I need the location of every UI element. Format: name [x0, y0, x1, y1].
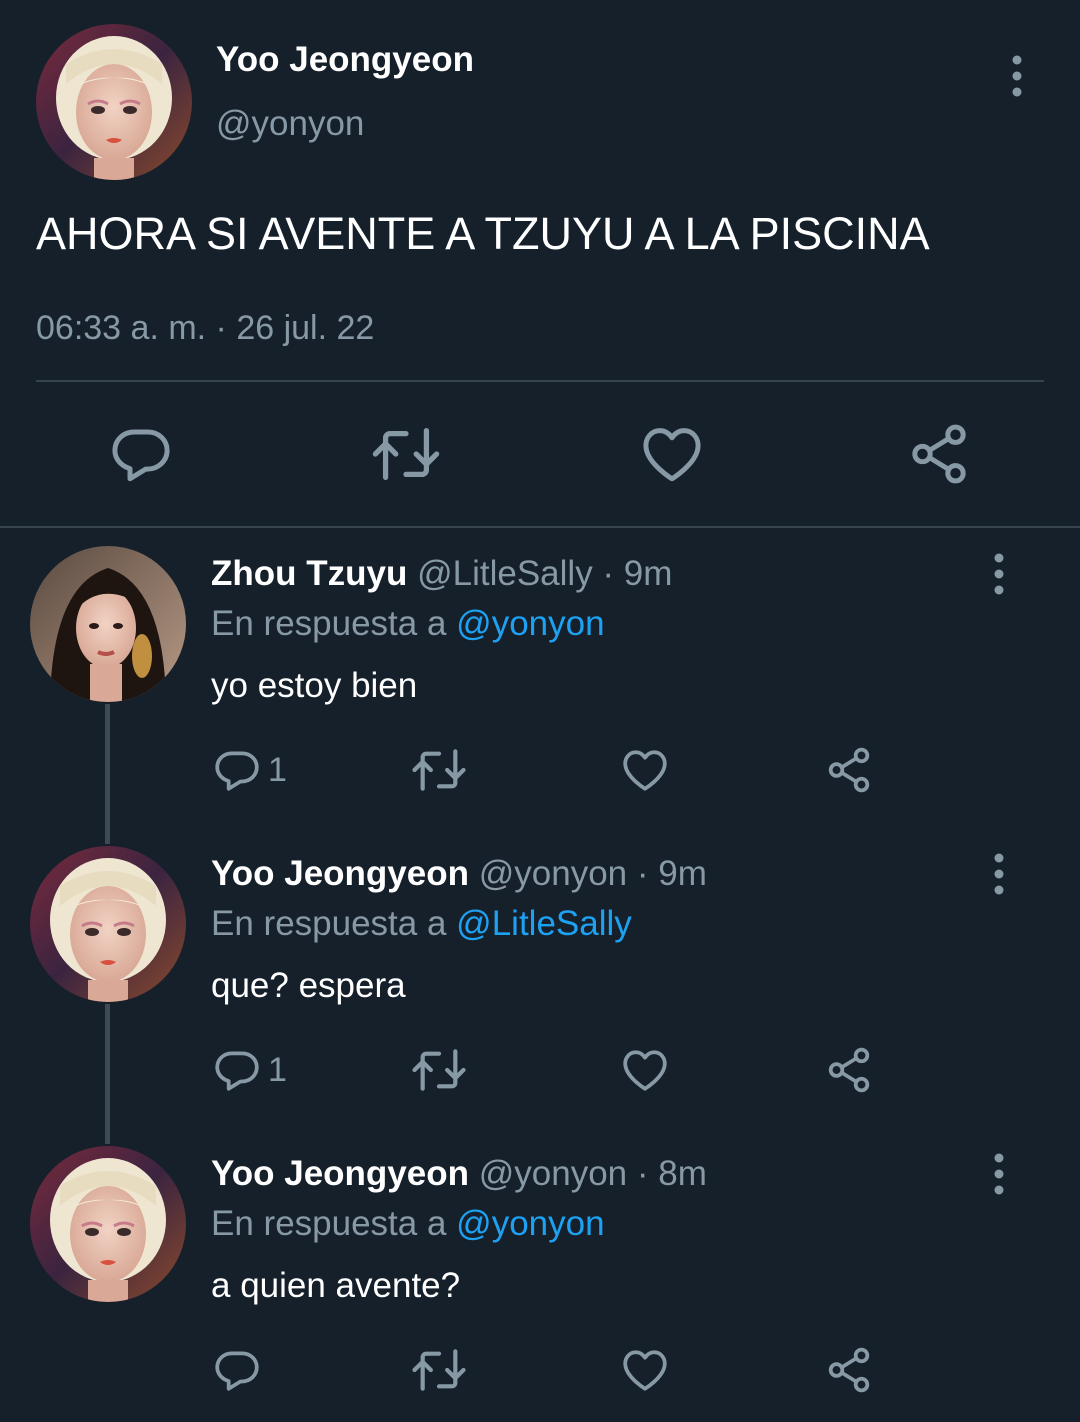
- reply-header: Yoo Jeongyeon @yonyon · 8m: [211, 1152, 707, 1196]
- reply-context: En respuesta a @yonyon: [211, 1202, 605, 1246]
- like-icon: [620, 745, 670, 795]
- like-button[interactable]: [620, 1042, 670, 1098]
- retweet-button[interactable]: [371, 419, 441, 489]
- reply-icon: [212, 1345, 262, 1395]
- like-button[interactable]: [620, 1342, 670, 1398]
- retweet-button[interactable]: [410, 1042, 468, 1098]
- author-handle-time[interactable]: @yonyon · 9m: [479, 854, 707, 893]
- author-name[interactable]: Yoo Jeongyeon: [216, 38, 474, 82]
- reply-prefix: En respuesta a: [211, 604, 447, 643]
- more-options-icon[interactable]: [982, 852, 1016, 896]
- reply-icon: [108, 421, 174, 487]
- reply-context: En respuesta a @yonyon: [211, 602, 605, 646]
- author-name[interactable]: Yoo Jeongyeon: [211, 854, 469, 893]
- mention-link[interactable]: @yonyon: [456, 604, 604, 643]
- tweet-text: que? espera: [211, 966, 406, 1005]
- avatar[interactable]: [30, 1146, 186, 1302]
- tweet-text: a quien avente?: [211, 1266, 461, 1305]
- author-name[interactable]: Yoo Jeongyeon: [211, 1154, 469, 1193]
- share-icon: [824, 1045, 874, 1095]
- reply-context: En respuesta a @LitleSally: [211, 902, 632, 946]
- like-icon: [639, 421, 705, 487]
- avatar[interactable]: [36, 24, 192, 180]
- thread-line: [105, 1004, 110, 1144]
- like-icon: [620, 1345, 670, 1395]
- share-icon: [824, 1345, 874, 1395]
- retweet-icon: [410, 1042, 468, 1098]
- reply-header: Zhou Tzuyu @LitleSally · 9m: [211, 552, 672, 596]
- more-options-icon[interactable]: [982, 1152, 1016, 1196]
- thread-line: [105, 704, 110, 844]
- reply-button[interactable]: [106, 419, 176, 489]
- reply-prefix: En respuesta a: [211, 1204, 447, 1243]
- share-icon: [824, 745, 874, 795]
- like-button[interactable]: [620, 742, 670, 798]
- reply-header: Yoo Jeongyeon @yonyon · 9m: [211, 852, 707, 896]
- retweet-icon: [410, 742, 468, 798]
- author-handle-time[interactable]: @yonyon · 8m: [479, 1154, 707, 1193]
- retweet-icon: [410, 1342, 468, 1398]
- retweet-button[interactable]: [410, 742, 468, 798]
- more-options-icon[interactable]: [982, 552, 1016, 596]
- like-icon: [620, 1045, 670, 1095]
- tweet-timestamp: 06:33 a. m. · 26 jul. 22: [36, 309, 375, 347]
- divider: [0, 526, 1080, 528]
- share-button[interactable]: [904, 419, 974, 489]
- share-button[interactable]: [824, 1042, 874, 1098]
- author-handle[interactable]: @yonyon: [216, 102, 364, 146]
- reply-count: 1: [268, 1050, 287, 1089]
- tweet-text: yo estoy bien: [211, 666, 418, 705]
- tweet-text: AHORA SI AVENTE A TZUYU A LA PISCINA: [36, 208, 930, 259]
- reply-button[interactable]: [212, 1342, 268, 1398]
- reply-icon: [212, 745, 262, 795]
- share-button[interactable]: [824, 1342, 874, 1398]
- retweet-button[interactable]: [410, 1342, 468, 1398]
- mention-link[interactable]: @LitleSally: [456, 904, 632, 943]
- more-options-icon[interactable]: [1000, 54, 1034, 98]
- share-icon: [906, 421, 972, 487]
- divider: [36, 380, 1044, 382]
- share-button[interactable]: [824, 742, 874, 798]
- reply-button[interactable]: 1: [212, 1042, 287, 1098]
- avatar[interactable]: [30, 846, 186, 1002]
- avatar[interactable]: [30, 546, 186, 702]
- author-handle-time[interactable]: @LitleSally · 9m: [417, 554, 672, 593]
- reply-button[interactable]: 1: [212, 742, 287, 798]
- reply-icon: [212, 1045, 262, 1095]
- retweet-icon: [371, 418, 441, 490]
- reply-count: 1: [268, 750, 287, 789]
- mention-link[interactable]: @yonyon: [456, 1204, 604, 1243]
- reply-prefix: En respuesta a: [211, 904, 447, 943]
- like-button[interactable]: [637, 419, 707, 489]
- author-name[interactable]: Zhou Tzuyu: [211, 554, 407, 593]
